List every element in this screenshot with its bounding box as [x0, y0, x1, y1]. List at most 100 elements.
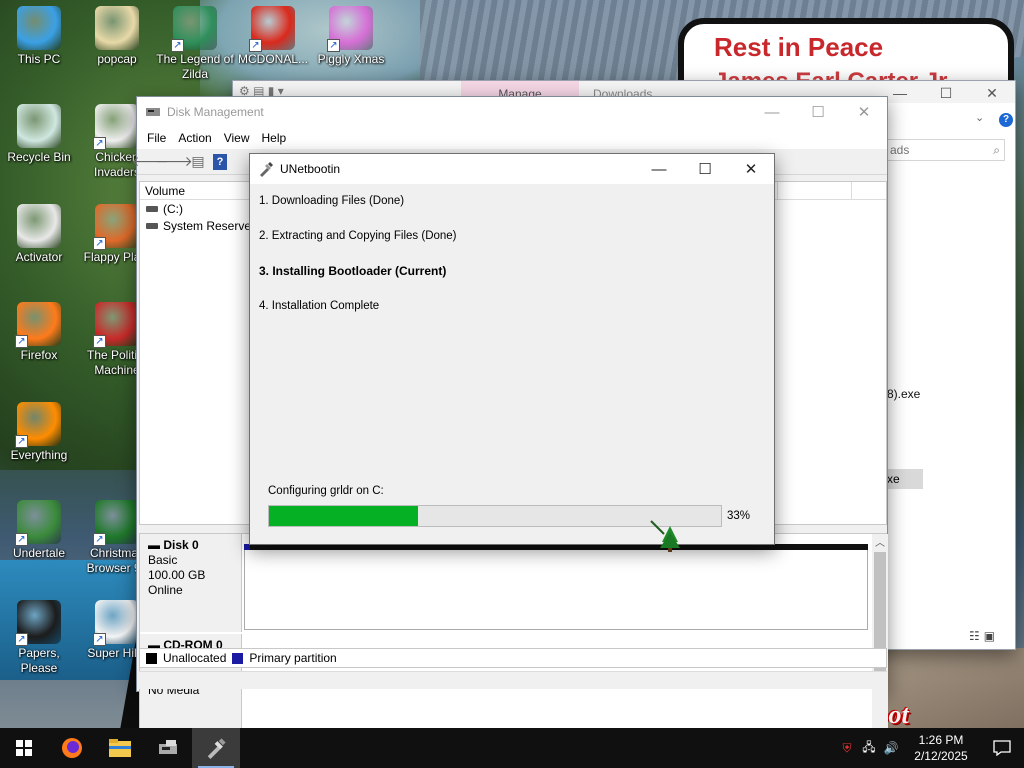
desktop-icon[interactable]: This PC [0, 6, 78, 67]
forward-arrow-icon[interactable]: 🡒 [155, 153, 193, 171]
taskbar: ⛨ 🖧 🔊 1:26 PM 2/12/2025 [0, 728, 1024, 768]
christmas-browser-icon: ↗ [93, 500, 139, 546]
desktop-icon[interactable]: ↗ Everything [0, 402, 78, 463]
disk-management-titlebar[interactable]: Disk Management — ☐ ✕ [137, 97, 887, 127]
ribbon-expand-icon[interactable]: ⌄ [975, 111, 984, 124]
start-button[interactable] [0, 728, 48, 768]
explorer-search-input[interactable]: ads ⌕ [885, 139, 1005, 161]
unetbootin-window[interactable]: UNetbootin — ☐ ✕ 1. Downloading Files (D… [249, 153, 775, 545]
close-icon[interactable]: ✕ [728, 154, 774, 184]
volume-drive-icon [146, 222, 158, 229]
volume-drive-icon [146, 205, 158, 212]
volume-icon[interactable]: 🔊 [880, 741, 902, 755]
activator-icon [17, 204, 61, 248]
undertale-icon: ↗ [15, 500, 61, 546]
partition-region[interactable] [244, 550, 868, 630]
maximize-icon[interactable]: ☐ [682, 154, 728, 184]
shortcut-arrow-icon: ↗ [171, 39, 184, 52]
recycle-bin-icon [17, 104, 61, 148]
file-list-item[interactable]: 8).exe [887, 387, 920, 401]
shortcut-arrow-icon: ↗ [93, 237, 106, 250]
menu-bar: File Action View Help [137, 127, 887, 149]
unetbootin-icon [207, 738, 226, 759]
maximize-icon[interactable]: ☐ [795, 97, 841, 127]
desktop-icon[interactable]: Recycle Bin [0, 104, 78, 165]
column-type[interactable] [778, 182, 852, 199]
shortcut-arrow-icon: ↗ [15, 435, 28, 448]
shortcut-arrow-icon: ↗ [93, 533, 106, 546]
flappy-icon: ↗ [93, 204, 139, 250]
desktop-icon[interactable]: Activator [0, 204, 78, 265]
clock[interactable]: 1:26 PM 2/12/2025 [902, 732, 980, 764]
taskbar-file-explorer[interactable] [96, 728, 144, 768]
folder-icon [109, 739, 131, 757]
scroll-up-icon[interactable]: ︿ [872, 534, 888, 549]
window-title: Disk Management [167, 105, 264, 119]
minimize-icon[interactable]: — [749, 97, 795, 127]
legend-unallocated: Unallocated [163, 651, 227, 665]
disk-type: Basic [148, 553, 178, 567]
step-extracting: 2. Extracting and Copying Files (Done) [259, 230, 457, 242]
political-machine-icon: ↗ [93, 302, 139, 348]
network-icon[interactable]: 🖧 [858, 738, 880, 759]
notification-center-button[interactable] [980, 728, 1024, 768]
taskbar-disk-management[interactable] [144, 728, 192, 768]
view-mode-icons[interactable]: ☷▣ [969, 629, 999, 643]
papers-please-icon: ↗ [15, 600, 61, 646]
this-pc-icon [17, 6, 61, 50]
folder-popcap-icon [95, 6, 139, 50]
maximize-icon[interactable]: ☐ [923, 81, 969, 105]
show-hide-console-tree-icon[interactable]: ▤ [189, 153, 207, 171]
desktop-icon[interactable]: ↗ The Legend of Zilda [156, 6, 234, 82]
unetbootin-titlebar[interactable]: UNetbootin — ☐ ✕ [250, 154, 774, 184]
progress-percent: 33% [727, 510, 751, 522]
disk-graph-pane: ▬ Disk 0 Basic 100.00 GB Online ▬ CD-ROM… [139, 533, 888, 744]
volume-name: (C:) [163, 201, 183, 216]
menu-action[interactable]: Action [172, 131, 217, 145]
disk-management-icon [159, 740, 177, 754]
search-icon: ⌕ [993, 143, 1000, 157]
firefox-icon [62, 738, 82, 758]
desktop-icon[interactable]: ↗ MCDONAL... [234, 6, 312, 67]
window-title: UNetbootin [280, 162, 341, 176]
everything-search-icon: ↗ [15, 402, 61, 448]
help-icon[interactable]: ? [213, 153, 227, 170]
desktop-icon[interactable]: ↗ Undertale [0, 500, 78, 561]
explorer-help-icon[interactable]: ? [999, 113, 1013, 127]
disk-0-label[interactable]: ▬ Disk 0 Basic 100.00 GB Online [140, 534, 242, 632]
desktop-icon[interactable]: ↗ Firefox [0, 302, 78, 363]
desktop-icon[interactable]: ↗ Piggly Xmas [312, 6, 390, 67]
unallocated-swatch [146, 652, 157, 664]
minimize-icon[interactable]: — [636, 154, 682, 184]
christmas-tree-cursor-icon [650, 520, 680, 552]
notification-icon [993, 740, 1011, 756]
security-warning-icon[interactable]: ⛨ [836, 741, 858, 756]
mcdonalds-icon: ↗ [249, 6, 295, 52]
column-volume[interactable]: Volume [140, 182, 250, 199]
file-list-item-selected[interactable]: xe [883, 469, 923, 489]
step-installation-complete: 4. Installation Complete [259, 300, 380, 312]
system-tray: ⛨ 🖧 🔊 1:26 PM 2/12/2025 [836, 728, 1024, 768]
clock-date: 2/12/2025 [914, 749, 968, 763]
close-icon[interactable]: ✕ [969, 81, 1015, 105]
wallpaper-street [886, 648, 1024, 730]
desktop-icon-label: Papers, Please [18, 646, 60, 675]
desktop-icon-label: popcap [97, 52, 137, 66]
menu-file[interactable]: File [141, 131, 172, 145]
menu-help[interactable]: Help [256, 131, 293, 145]
taskbar-firefox[interactable] [48, 728, 96, 768]
primary-partition-swatch [232, 652, 244, 664]
desktop-icon[interactable]: ↗ Papers, Please [0, 600, 78, 676]
menu-view[interactable]: View [218, 131, 256, 145]
taskbar-unetbootin[interactable] [192, 728, 240, 768]
disk-management-icon [146, 108, 160, 116]
shortcut-arrow-icon: ↗ [93, 633, 106, 646]
disk-drive-icon: ▬ [148, 538, 164, 552]
disk-size: 100.00 GB [148, 568, 206, 582]
shortcut-arrow-icon: ↗ [15, 533, 28, 546]
close-icon[interactable]: ✕ [841, 97, 887, 127]
graph-scrollbar[interactable]: ︿ ﹀ [872, 534, 888, 744]
desktop-icon[interactable]: popcap [78, 6, 156, 67]
super-hil-icon: ↗ [93, 600, 139, 646]
firefox-icon: ↗ [15, 302, 61, 348]
